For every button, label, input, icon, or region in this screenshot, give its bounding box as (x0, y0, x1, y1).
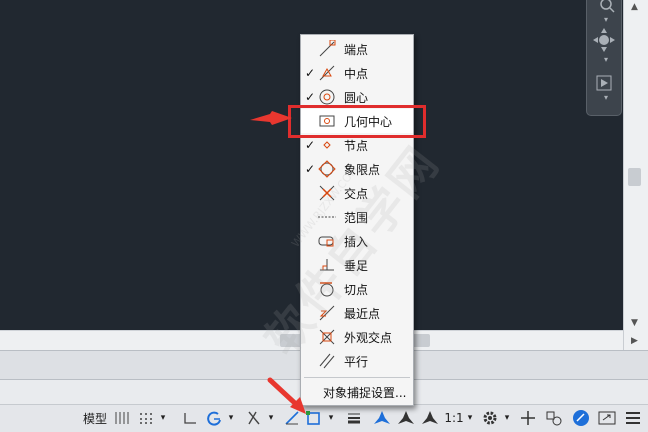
arrow-to-object-snap-icon (267, 377, 306, 414)
arrow-to-geometric-center-icon (250, 111, 292, 125)
